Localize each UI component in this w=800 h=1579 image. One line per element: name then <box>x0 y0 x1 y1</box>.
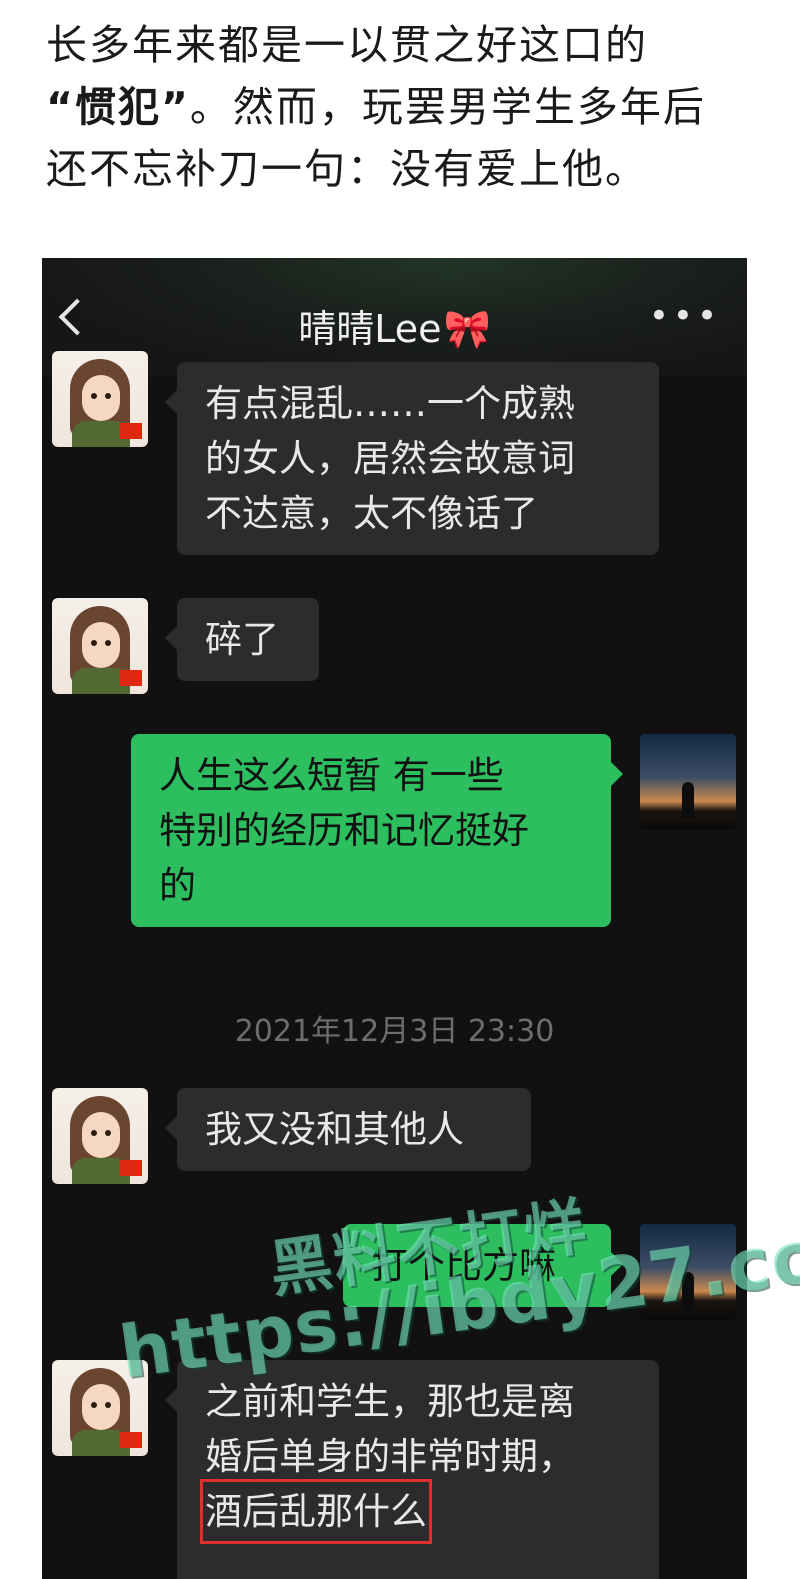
article-text: 长多年来都是一以贯之好这口的 “惯犯”。然而，玩罢男学生多年后 还不忘补刀一句：… <box>46 14 766 200</box>
message-line: 我又没和其他人 <box>205 1108 464 1151</box>
message-line: 之前和学生，那也是离 <box>205 1380 575 1423</box>
message-line: 有点混乱……一个成熟 <box>205 382 575 425</box>
avatar-eye <box>105 393 111 399</box>
message-line: 不达意，太不像话了 <box>205 492 538 535</box>
avatar-eye <box>105 1402 111 1408</box>
highlighted-text: 酒后乱那什么 <box>200 1479 432 1544</box>
avatar-face <box>82 1384 120 1430</box>
avatar-face <box>82 375 120 421</box>
article-line-2: 。然而，玩罢男学生多年后 <box>189 83 706 131</box>
avatar-eye <box>105 640 111 646</box>
chat-screenshot: 晴晴Lee🎀 ••• 有点混乱……一个成熟 的女人，居然会故意词 不达意，太不像… <box>42 258 747 1579</box>
message-bubble-received[interactable]: 有点混乱……一个成熟 的女人，居然会故意词 不达意，太不像话了 <box>165 362 659 555</box>
avatar-face <box>82 1112 120 1158</box>
message-line: 特别的经历和记忆挺好 <box>159 809 529 852</box>
message-bubble-sent[interactable]: 人生这么短暂 有一些 特别的经历和记忆挺好 的 <box>131 734 623 927</box>
contact-name: 晴晴Lee <box>298 307 442 351</box>
message-line: 的 <box>159 864 196 907</box>
avatar-eye <box>91 393 97 399</box>
my-avatar[interactable] <box>640 1224 736 1320</box>
message-line: 打个比方嘛 <box>371 1244 556 1287</box>
flag-icon <box>120 670 142 686</box>
message-timestamp: 2021年12月3日 23:30 <box>234 1014 555 1049</box>
article-line-3: 还不忘补刀一句：没有爱上他。 <box>46 145 648 193</box>
article-line-1: 长多年来都是一以贯之好这口的 <box>46 21 648 69</box>
chat-title: 晴晴Lee🎀 <box>42 298 747 353</box>
avatar-eye <box>91 1130 97 1136</box>
flag-icon <box>120 1160 142 1176</box>
more-options-icon[interactable]: ••• <box>649 299 721 333</box>
avatar-silhouette <box>682 1272 694 1308</box>
message-bubble-received[interactable]: 我又没和其他人 <box>165 1088 531 1171</box>
flag-icon <box>120 1432 142 1448</box>
contact-avatar[interactable] <box>52 1360 148 1456</box>
my-avatar[interactable] <box>640 734 736 830</box>
message-line: 人生这么短暂 有一些 <box>159 754 504 797</box>
article-quote: “惯犯” <box>46 83 190 131</box>
message-line: 的女人，居然会故意词 <box>205 437 575 480</box>
contact-avatar[interactable] <box>52 351 148 447</box>
message-line: 碎了 <box>205 618 279 661</box>
avatar-eye <box>91 640 97 646</box>
contact-avatar[interactable] <box>52 1088 148 1184</box>
avatar-eye <box>105 1130 111 1136</box>
message-bubble-received[interactable]: 之前和学生，那也是离 婚后单身的非常时期， 酒后乱那什么 <box>165 1360 659 1579</box>
bow-icon: 🎀 <box>443 307 491 351</box>
message-line: 婚后单身的非常时期， <box>205 1435 575 1478</box>
avatar-silhouette <box>682 782 694 818</box>
message-bubble-sent[interactable]: 打个比方嘛 <box>343 1224 623 1307</box>
flag-icon <box>120 423 142 439</box>
avatar-eye <box>91 1402 97 1408</box>
message-bubble-received[interactable]: 碎了 <box>165 598 319 681</box>
avatar-face <box>82 622 120 668</box>
contact-avatar[interactable] <box>52 598 148 694</box>
